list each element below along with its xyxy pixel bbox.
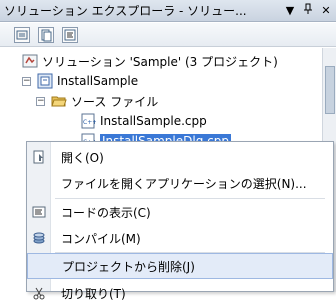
show-all-files-icon[interactable]: [38, 26, 54, 43]
collapse-icon[interactable]: −: [22, 76, 31, 86]
pin-icon[interactable]: [300, 3, 316, 19]
project-icon: [37, 73, 53, 89]
close-icon[interactable]: ✕: [318, 3, 334, 19]
menu-item-label: ファイルを開くアプリケーションの選択(N)...: [61, 176, 307, 191]
context-menu: 開く(O) ファイルを開くアプリケーションの選択(N)... コードの表示(C)…: [26, 141, 334, 301]
view-code-toolbar-icon[interactable]: [62, 26, 78, 43]
cpp-file-icon: C++: [80, 113, 97, 129]
scrollbar-thumb[interactable]: [325, 66, 335, 114]
solution-label: ソリューション 'Sample' (3 プロジェクト): [42, 54, 278, 69]
properties-icon[interactable]: [14, 26, 30, 43]
dropdown-icon[interactable]: ▼: [282, 3, 298, 19]
folder-label: ソース ファイル: [71, 94, 159, 109]
panel-toolbar: [0, 23, 336, 47]
panel-title: ソリューション エクスプローラ - ソリュー...: [4, 4, 247, 18]
svg-text:C++: C++: [83, 119, 96, 126]
tree-node-file-installsample-cpp[interactable]: C++ InstallSample.cpp: [80, 112, 207, 130]
tree-node-source-folder[interactable]: − ソース ファイル: [36, 92, 158, 110]
collapse-icon[interactable]: −: [36, 96, 45, 106]
file-label: InstallSample.cpp: [100, 114, 207, 128]
menu-item-label: コードの表示(C): [61, 205, 151, 220]
compile-icon: [27, 225, 51, 251]
menu-item-label: コンパイル(M): [61, 231, 141, 246]
folder-open-icon: [51, 93, 67, 109]
panel-title-bar: ソリューション エクスプローラ - ソリュー... ▼ ✕: [0, 0, 336, 22]
solution-icon: [22, 53, 38, 69]
menu-item-open[interactable]: 開く(O): [27, 144, 333, 170]
solution-explorer-panel: ソリューション エクスプローラ - ソリュー... ▼ ✕ ソリューション 'S…: [0, 0, 336, 301]
menu-item-label: 切り取り(T): [61, 286, 126, 301]
open-icon: [27, 144, 51, 170]
view-code-icon: [27, 199, 51, 225]
tree-node-project[interactable]: − InstallSample: [22, 72, 138, 90]
tree-node-solution[interactable]: ソリューション 'Sample' (3 プロジェクト): [22, 52, 278, 70]
menu-item-label: プロジェクトから削除(J): [62, 259, 195, 274]
menu-item-view-code[interactable]: コードの表示(C): [27, 199, 333, 225]
menu-item-compile[interactable]: コンパイル(M): [27, 225, 333, 251]
menu-item-cut[interactable]: 切り取り(T): [27, 280, 333, 306]
cut-icon: [27, 280, 51, 306]
menu-item-remove-from-project[interactable]: プロジェクトから削除(J): [27, 253, 333, 279]
menu-item-open-with[interactable]: ファイルを開くアプリケーションの選択(N)...: [27, 170, 333, 196]
project-label: InstallSample: [57, 74, 139, 88]
menu-item-label: 開く(O): [61, 150, 104, 165]
